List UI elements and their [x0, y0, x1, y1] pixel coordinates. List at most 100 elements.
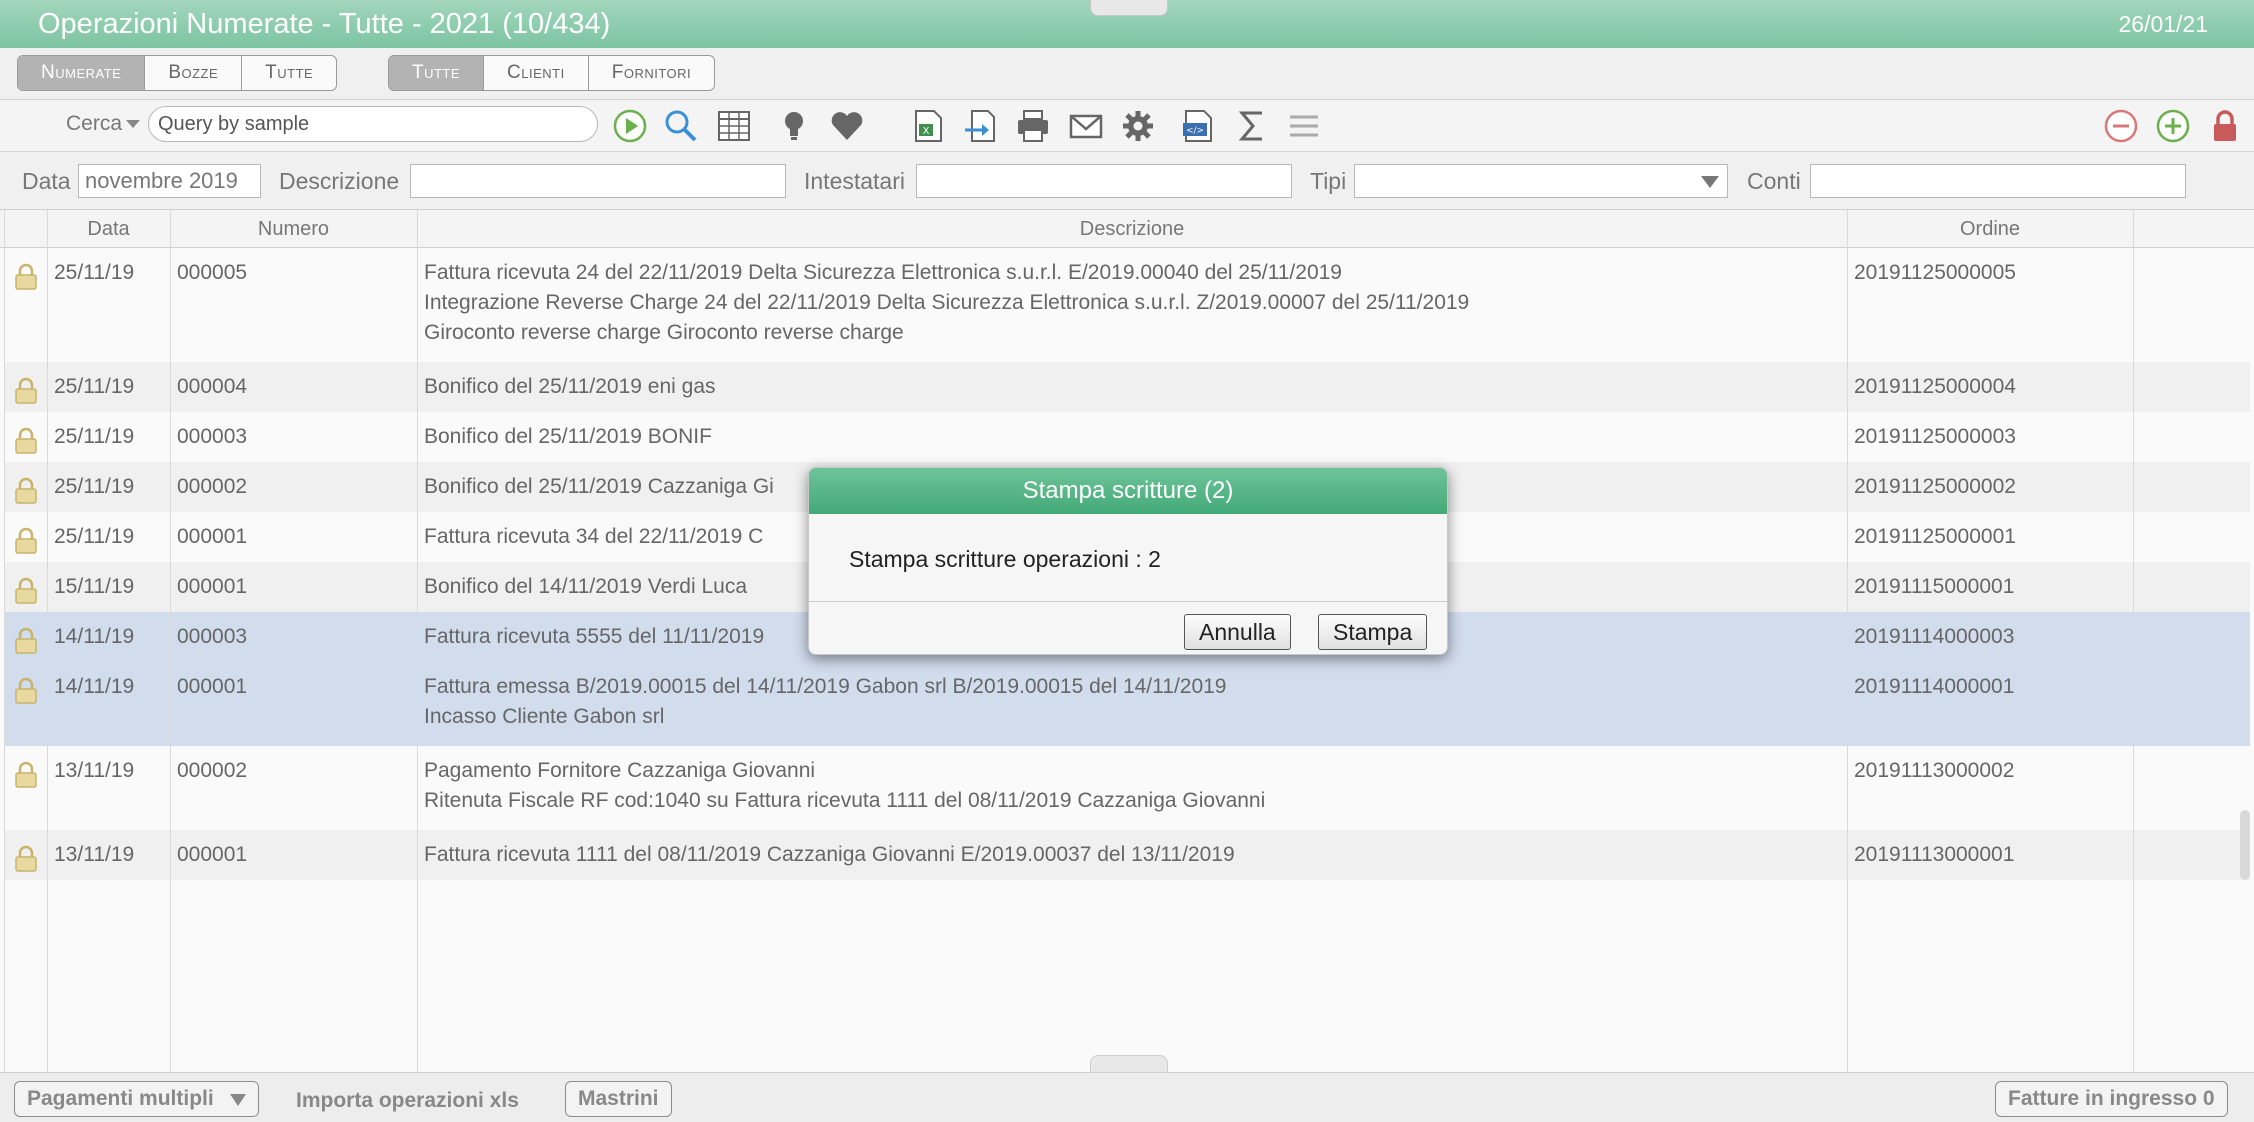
cell-descrizione: Fattura ricevuta 5555 del 11/11/2019: [424, 625, 765, 648]
pagamenti-multipli-label: Pagamenti multipli: [27, 1087, 214, 1110]
tipi-filter-select[interactable]: [1354, 164, 1728, 198]
xml-icon[interactable]: </>: [1178, 106, 1218, 146]
cancel-button[interactable]: Annulla: [1184, 614, 1291, 650]
chevron-down-icon: [1701, 176, 1719, 188]
party-tab-group: Tutte Clienti Fornitori: [388, 55, 716, 91]
lightbulb-icon[interactable]: [774, 106, 814, 146]
import-icon[interactable]: [960, 106, 1000, 146]
add-icon[interactable]: [2153, 106, 2193, 146]
cell-data: 25/11/19: [54, 261, 135, 284]
cell-ordine: 20191125000001: [1854, 525, 2016, 548]
tab-tutte-status[interactable]: Tutte: [242, 56, 336, 90]
table-row[interactable]: 13/11/19 000002 Pagamento Fornitore Cazzan…: [4, 746, 2250, 830]
tab-bozze[interactable]: Bozze: [145, 56, 243, 90]
intestatari-filter-label: Intestatari: [804, 168, 905, 194]
intestatari-filter-input[interactable]: [916, 164, 1292, 198]
cell-data: 14/11/19: [54, 675, 135, 698]
table-row[interactable]: 25/11/19 000004 Bonifico del 25/11/2019 en…: [4, 362, 2250, 412]
column-header-ordine[interactable]: Ordine: [1847, 210, 2133, 248]
tab-numerate[interactable]: Numerate: [18, 56, 146, 90]
cell-ordine: 20191113000001: [1854, 843, 2015, 866]
scrollbar-thumb[interactable]: [2240, 810, 2250, 880]
table-row[interactable]: 25/11/19 000005 Fattura ricevuta 24 del 22…: [4, 248, 2250, 362]
cell-descrizione: Giroconto reverse charge Giroconto rever…: [424, 321, 904, 344]
cell-ordine: 20191125000004: [1854, 375, 2016, 398]
padlock-icon: [12, 476, 40, 504]
cell-descrizione: Fattura ricevuta 24 del 22/11/2019 Delta…: [424, 261, 1342, 284]
descrizione-filter-input[interactable]: [410, 164, 786, 198]
cell-descrizione: Pagamento Fornitore Cazzaniga Giovanni: [424, 759, 816, 782]
mail-icon[interactable]: [1066, 106, 1106, 146]
lock-icon[interactable]: [2205, 106, 2245, 146]
cell-numero: 000002: [177, 475, 248, 498]
toolbar: Cerca Query by sample X </>: [0, 100, 2254, 152]
top-resize-handle[interactable]: [1090, 0, 1168, 16]
column-header-descrizione[interactable]: Descrizione: [417, 210, 1847, 248]
cell-numero: 000003: [177, 625, 248, 648]
column-header-numero[interactable]: Numero: [170, 210, 417, 248]
remove-icon[interactable]: [2101, 106, 2141, 146]
cell-numero: 000005: [177, 261, 248, 284]
cell-ordine: 20191115000001: [1854, 575, 2015, 598]
title-bar: Operazioni Numerate - Tutte - 2021 (10/4…: [0, 0, 2254, 48]
cell-ordine: 20191125000005: [1854, 261, 2016, 284]
pagamenti-multipli-button[interactable]: Pagamenti multipli: [14, 1081, 259, 1117]
excel-icon[interactable]: X: [908, 106, 948, 146]
dialog-message: Stampa scritture operazioni : 2: [809, 514, 1447, 602]
column-divider: [2133, 210, 2134, 1072]
chevron-down-icon: [126, 120, 141, 129]
data-filter-input[interactable]: novembre 2019: [78, 164, 261, 198]
padlock-icon: [12, 626, 40, 654]
cell-descrizione: Fattura emessa B/2019.00015 del 14/11/20…: [424, 675, 1227, 698]
cell-descrizione: Bonifico del 25/11/2019 eni gas: [424, 375, 716, 398]
cell-ordine: 20191125000003: [1854, 425, 2016, 448]
search-mode-dropdown[interactable]: Cerca: [66, 112, 141, 136]
cell-data: 25/11/19: [54, 475, 135, 498]
svg-text:X: X: [923, 126, 930, 137]
sigma-icon[interactable]: [1232, 106, 1272, 146]
cell-descrizione: Integrazione Reverse Charge 24 del 22/11…: [424, 291, 1470, 314]
cell-numero: 000001: [177, 675, 248, 698]
grid-icon[interactable]: [714, 106, 754, 146]
window-title: Operazioni Numerate - Tutte - 2021 (10/4…: [38, 8, 611, 40]
cell-descrizione: Ritenuta Fiscale RF cod:1040 su Fattura …: [424, 789, 1266, 812]
filter-tabs-row: Numerate Bozze Tutte Tutte Clienti Forni…: [0, 48, 2254, 100]
status-tab-group: Numerate Bozze Tutte: [17, 55, 338, 91]
heart-icon[interactable]: [827, 106, 867, 146]
padlock-icon: [12, 844, 40, 872]
search-input[interactable]: Query by sample: [148, 106, 598, 142]
tab-fornitori[interactable]: Fornitori: [589, 56, 714, 90]
bottom-resize-handle[interactable]: [1090, 1055, 1168, 1073]
padlock-icon: [12, 526, 40, 554]
cell-ordine: 20191114000001: [1854, 675, 2015, 698]
fatture-ingresso-button[interactable]: Fatture in ingresso 0: [1995, 1081, 2228, 1117]
importa-operazioni-link[interactable]: Importa operazioni xls: [296, 1089, 519, 1113]
conti-filter-input[interactable]: [1810, 164, 2186, 198]
table-row[interactable]: 14/11/19 000001 Fattura emessa B/2019.0001…: [4, 662, 2250, 746]
table-row[interactable]: 13/11/19 000001 Fattura ricevuta 1111 del …: [4, 830, 2250, 880]
svg-text:</>: </>: [1186, 126, 1204, 136]
padlock-icon: [12, 760, 40, 788]
chevron-down-icon: [229, 1094, 246, 1106]
column-header-data[interactable]: Data: [47, 210, 170, 248]
column-divider: [4, 210, 5, 1072]
gear-icon[interactable]: [1118, 106, 1158, 146]
tab-tutte-party[interactable]: Tutte: [389, 56, 485, 90]
cell-data: 15/11/19: [54, 575, 135, 598]
table-row[interactable]: 25/11/19 000003 Bonifico del 25/11/2019 BO…: [4, 412, 2250, 462]
search-mode-label: Cerca: [66, 112, 123, 135]
column-divider: [1847, 210, 1848, 1072]
print-icon[interactable]: [1013, 106, 1053, 146]
tab-clienti[interactable]: Clienti: [484, 56, 589, 90]
cell-descrizione: Bonifico del 14/11/2019 Verdi Luca: [424, 575, 748, 598]
print-button[interactable]: Stampa: [1318, 614, 1428, 650]
tipi-filter-label: Tipi: [1310, 168, 1347, 194]
magnifier-icon[interactable]: [661, 106, 701, 146]
cell-descrizione: Bonifico del 25/11/2019 BONIF: [424, 425, 712, 448]
mastrini-button[interactable]: Mastrini: [565, 1081, 672, 1117]
padlock-icon: [12, 676, 40, 704]
play-icon[interactable]: [610, 106, 650, 146]
menu-icon[interactable]: [1284, 106, 1324, 146]
cell-numero: 000001: [177, 843, 248, 866]
cell-numero: 000001: [177, 575, 248, 598]
